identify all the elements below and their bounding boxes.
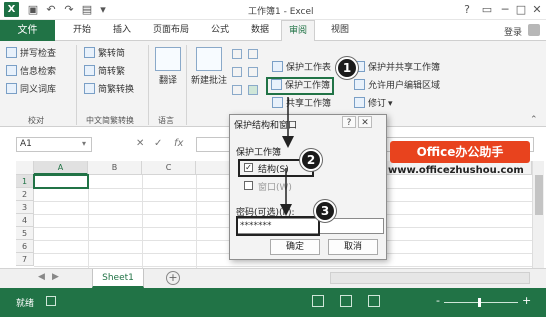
callout-3: 3 [314,200,336,222]
watermark-badge: Office办公助手 [390,141,530,163]
callout-2: 2 [300,149,322,171]
callout-1: 1 [336,57,358,79]
watermark-url: www.officezhushou.com [388,165,524,176]
